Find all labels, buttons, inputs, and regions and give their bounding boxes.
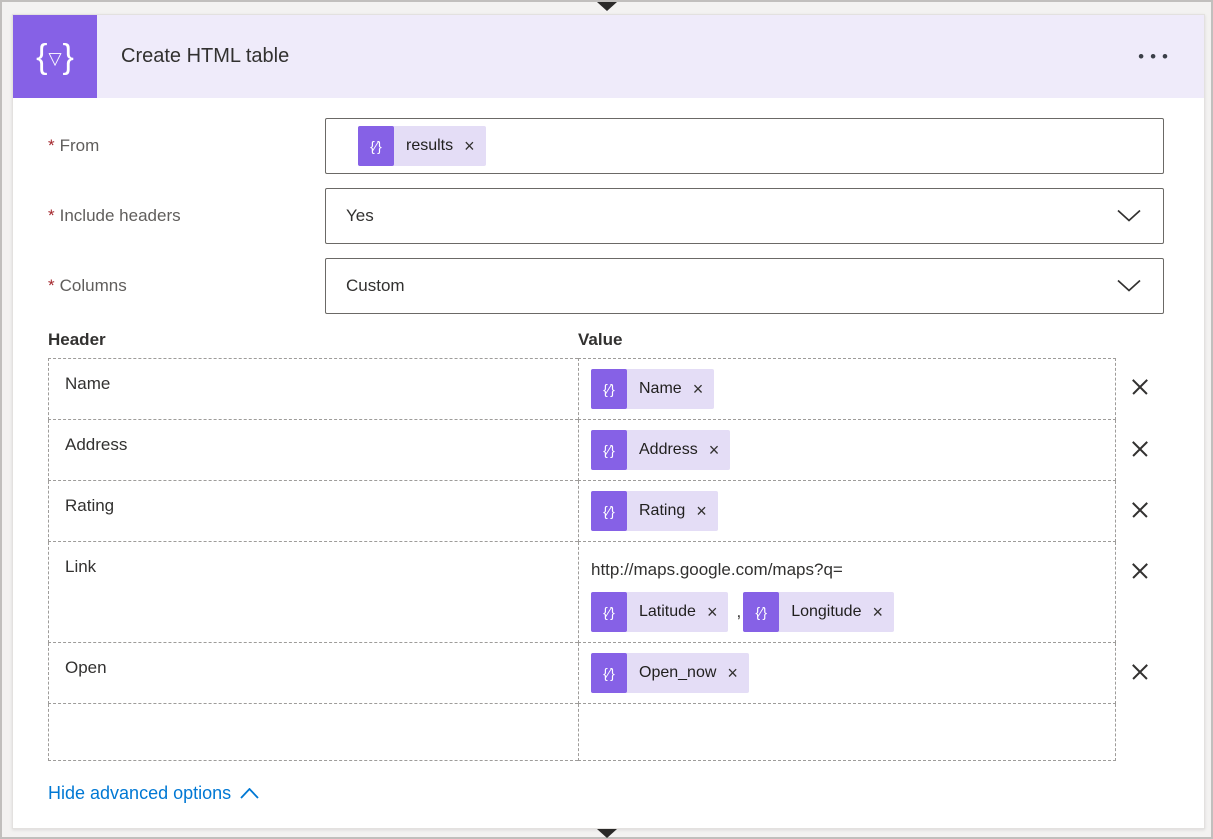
token-label: Address: [627, 441, 706, 459]
token-remove-icon[interactable]: ×: [693, 502, 718, 520]
delete-row-button[interactable]: [1129, 499, 1151, 521]
required-asterisk: *: [48, 276, 55, 295]
token-braces-icon: {∕}: [591, 592, 627, 632]
delete-row-button[interactable]: [1129, 560, 1151, 582]
connector-arrow-top: [597, 2, 617, 11]
token-label: results: [394, 137, 461, 155]
connector-arrow-bottom: [597, 829, 617, 838]
token-label: Name: [627, 380, 690, 398]
column-header-input[interactable]: Address: [48, 420, 578, 481]
table-column-headers: Header Value: [48, 330, 1164, 350]
from-field-row: *From {∕} results ×: [48, 118, 1164, 174]
column-value-input[interactable]: {∕}Name×: [578, 358, 1116, 420]
column-header-input[interactable]: Name: [48, 358, 578, 420]
column-header-input[interactable]: Link: [48, 542, 578, 643]
columns-value: Custom: [346, 276, 405, 296]
table-row: Address{∕}Address×: [48, 420, 1164, 481]
column-value-input[interactable]: [578, 704, 1116, 761]
column-header-input[interactable]: Open: [48, 643, 578, 704]
flow-designer-canvas: {▽} Create HTML table ••• *From {∕} resu…: [0, 0, 1213, 839]
from-label: *From: [48, 136, 325, 156]
token-braces-icon: {∕}: [591, 653, 627, 693]
create-html-table-action-card: {▽} Create HTML table ••• *From {∕} resu…: [12, 14, 1205, 829]
table-row: Open {∕}Open_now×: [48, 643, 1164, 704]
token-remove-icon[interactable]: ×: [461, 137, 486, 155]
column-value-input[interactable]: {∕}Rating×: [578, 481, 1116, 542]
data-operations-icon: {▽}: [13, 15, 97, 98]
dynamic-content-token[interactable]: {∕}Open_now×: [591, 653, 749, 693]
value-text: http://maps.google.com/maps?q=: [591, 550, 843, 590]
column-header-input[interactable]: [48, 704, 578, 761]
delete-row-button[interactable]: [1129, 661, 1151, 683]
action-header: {▽} Create HTML table •••: [13, 15, 1204, 98]
include-headers-field-row: *Include headers Yes: [48, 188, 1164, 244]
column-value-input[interactable]: {∕}Open_now×: [578, 643, 1116, 704]
column-value-input[interactable]: http://maps.google.com/maps?q={∕}Latitud…: [578, 542, 1116, 643]
include-headers-value: Yes: [346, 206, 374, 226]
token-label: Rating: [627, 502, 693, 520]
ellipsis-menu-button[interactable]: •••: [1134, 42, 1178, 71]
delete-cell: [1116, 643, 1164, 704]
delete-row-button[interactable]: [1129, 376, 1151, 398]
token-label: Open_now: [627, 664, 724, 682]
token-remove-icon[interactable]: ×: [704, 603, 729, 621]
token-remove-icon[interactable]: ×: [706, 441, 731, 459]
chevron-down-icon: [1117, 280, 1141, 293]
delete-cell: [1116, 481, 1164, 542]
hide-advanced-options-link[interactable]: Hide advanced options: [48, 783, 259, 804]
chevron-up-icon: [240, 788, 259, 799]
token-label: Longitude: [779, 603, 869, 621]
token-label: Latitude: [627, 603, 704, 621]
columns-table: Name{∕}Name×Address{∕}Address×Rating{∕}R…: [48, 358, 1164, 761]
token-braces-icon: {∕}: [591, 430, 627, 470]
column-header-input[interactable]: Rating: [48, 481, 578, 542]
columns-dropdown[interactable]: Custom: [325, 258, 1164, 314]
token-remove-icon[interactable]: ×: [869, 603, 894, 621]
token-braces-icon: {∕}: [358, 126, 394, 166]
table-row: [48, 704, 1164, 761]
delete-cell: [1116, 542, 1164, 643]
token-remove-icon[interactable]: ×: [724, 664, 749, 682]
dynamic-content-token[interactable]: {∕}Longitude×: [743, 592, 894, 632]
action-body: *From {∕} results × *Include headers Yes: [13, 98, 1204, 804]
from-input[interactable]: {∕} results ×: [325, 118, 1164, 174]
token-braces-icon: {∕}: [743, 592, 779, 632]
token-braces-icon: {∕}: [591, 491, 627, 531]
token-braces-icon: {∕}: [591, 369, 627, 409]
column-value-input[interactable]: {∕}Address×: [578, 420, 1116, 481]
table-row: Rating{∕}Rating×: [48, 481, 1164, 542]
dynamic-content-token[interactable]: {∕}Latitude×: [591, 592, 728, 632]
action-title: Create HTML table: [121, 45, 289, 68]
required-asterisk: *: [48, 206, 55, 225]
include-headers-label: *Include headers: [48, 206, 325, 226]
value-text: ,: [736, 592, 741, 632]
required-asterisk: *: [48, 136, 55, 155]
columns-label: *Columns: [48, 276, 325, 296]
braces-funnel-icon: {▽}: [36, 40, 74, 74]
delete-cell: [1116, 704, 1164, 761]
delete-cell: [1116, 420, 1164, 481]
token-remove-icon[interactable]: ×: [690, 380, 715, 398]
dynamic-content-token[interactable]: {∕}Rating×: [591, 491, 718, 531]
delete-cell: [1116, 358, 1164, 420]
table-row: Name{∕}Name×: [48, 358, 1164, 420]
dynamic-content-token[interactable]: {∕}Name×: [591, 369, 714, 409]
value-column-title: Value: [578, 330, 1116, 350]
header-column-title: Header: [48, 330, 578, 350]
chevron-down-icon: [1117, 210, 1141, 223]
include-headers-dropdown[interactable]: Yes: [325, 188, 1164, 244]
dynamic-content-token[interactable]: {∕} results ×: [358, 126, 486, 166]
table-row: Linkhttp://maps.google.com/maps?q={∕}Lat…: [48, 542, 1164, 643]
dynamic-content-token[interactable]: {∕}Address×: [591, 430, 730, 470]
columns-field-row: *Columns Custom: [48, 258, 1164, 314]
delete-row-button[interactable]: [1129, 438, 1151, 460]
